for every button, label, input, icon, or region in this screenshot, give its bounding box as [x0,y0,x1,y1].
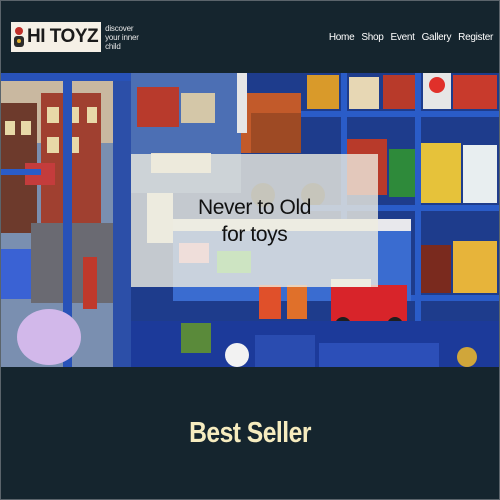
hero-banner: Never to Old for toys [1,73,499,367]
page: HI TOYZ discover your inner child Home S… [0,0,500,500]
site-header: HI TOYZ discover your inner child Home S… [1,1,499,73]
hero-slogan-line2: for toys [221,222,288,246]
brand-tagline: discover your inner child [105,23,139,51]
nav-home[interactable]: Home [329,32,355,43]
toy-figure-icon [13,25,25,49]
logo[interactable]: HI TOYZ discover your inner child [11,21,149,53]
nav-shop[interactable]: Shop [361,32,383,43]
nav-gallery[interactable]: Gallery [422,32,452,43]
nav-event[interactable]: Event [391,32,415,43]
hero-slogan-box: Never to Old for toys [131,154,378,287]
best-seller-heading: Best Seller [189,417,311,449]
hero-slogan-line1: Never to Old [197,195,312,219]
logo-badge: HI TOYZ [11,22,102,52]
nav-register[interactable]: Register [458,32,493,43]
main-nav: Home Shop Event Gallery Register [329,32,493,43]
brand-name: HI TOYZ [27,26,99,47]
